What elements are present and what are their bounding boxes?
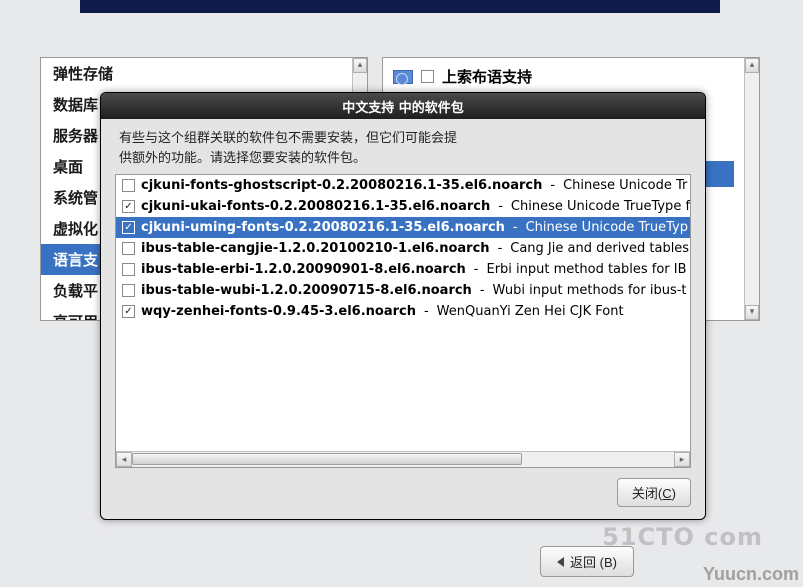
category-item[interactable]: 弹性存储 xyxy=(41,58,352,89)
package-name: ibus-table-wubi-1.2.0.20090715-8.el6.noa… xyxy=(141,283,472,298)
package-list-box: cjkuni-fonts-ghostscript-0.2.20080216.1-… xyxy=(115,174,691,468)
scroll-up-icon[interactable]: ▴ xyxy=(353,58,367,73)
package-name: cjkuni-fonts-ghostscript-0.2.20080216.1-… xyxy=(141,178,542,193)
top-banner xyxy=(80,0,720,13)
package-checkbox[interactable] xyxy=(122,179,135,192)
scroll-right-icon[interactable]: ▸ xyxy=(674,452,690,467)
package-desc: WenQuanYi Zen Hei CJK Font xyxy=(437,304,624,319)
hscroll-track[interactable] xyxy=(132,452,674,467)
package-row[interactable]: ✓wqy-zenhei-fonts-0.9.45-3.el6.noarch - … xyxy=(116,301,690,322)
watermark-51cto: 51CTO com xyxy=(602,523,763,551)
package-desc: Chinese Unicode TrueTyp xyxy=(526,220,688,235)
package-name: ibus-table-cangjie-1.2.0.20100210-1.el6.… xyxy=(141,241,490,256)
package-checkbox[interactable]: ✓ xyxy=(122,200,135,213)
flag-icon xyxy=(393,70,413,84)
package-name: cjkuni-ukai-fonts-0.2.20080216.1-35.el6.… xyxy=(141,199,490,214)
hscroll-thumb[interactable] xyxy=(132,453,522,465)
package-checkbox[interactable]: ✓ xyxy=(122,305,135,318)
dialog-description: 有些与这个组群关联的软件包不需要安装，但它们可能会提 供额外的功能。请选择您要安… xyxy=(101,119,705,174)
subgroup-row[interactable]: 上索布语支持 xyxy=(393,66,734,87)
packages-dialog: 中文支持 中的软件包 有些与这个组群关联的软件包不需要安装，但它们可能会提 供额… xyxy=(100,92,706,520)
package-row[interactable]: cjkuni-fonts-ghostscript-0.2.20080216.1-… xyxy=(116,175,690,196)
package-checkbox[interactable] xyxy=(122,263,135,276)
package-checkbox[interactable]: ✓ xyxy=(122,221,135,234)
scroll-left-icon[interactable]: ◂ xyxy=(116,452,132,467)
scroll-down-icon[interactable]: ▾ xyxy=(745,305,759,320)
package-desc: Chinese Unicode Tr xyxy=(563,178,687,193)
watermark-yuucn: Yuucn.com xyxy=(703,564,799,585)
package-row[interactable]: ibus-table-cangjie-1.2.0.20100210-1.el6.… xyxy=(116,238,690,259)
package-name: cjkuni-uming-fonts-0.2.20080216.1-35.el6… xyxy=(141,220,505,235)
package-name: ibus-table-erbi-1.2.0.20090901-8.el6.noa… xyxy=(141,262,466,277)
package-row[interactable]: ibus-table-wubi-1.2.0.20090715-8.el6.noa… xyxy=(116,280,690,301)
package-name: wqy-zenhei-fonts-0.9.45-3.el6.noarch xyxy=(141,304,416,319)
package-desc: Wubi input methods for ibus-t xyxy=(493,283,687,298)
close-button[interactable]: 关闭(C) xyxy=(617,478,691,507)
dialog-title: 中文支持 中的软件包 xyxy=(342,97,464,116)
dialog-titlebar[interactable]: 中文支持 中的软件包 xyxy=(101,93,705,119)
package-checkbox[interactable] xyxy=(122,242,135,255)
package-hscrollbar[interactable]: ◂ ▸ xyxy=(116,451,690,467)
subgroup-label: 上索布语支持 xyxy=(442,66,532,87)
scroll-track[interactable] xyxy=(745,73,759,305)
package-row[interactable]: ✓ cjkuni-ukai-fonts-0.2.20080216.1-35.el6… xyxy=(116,196,690,217)
package-checkbox[interactable] xyxy=(122,284,135,297)
package-desc: Cang Jie and derived tables xyxy=(510,241,689,256)
package-desc: Chinese Unicode TrueType f xyxy=(511,199,690,214)
arrow-left-icon xyxy=(557,557,564,567)
subgroup-checkbox[interactable] xyxy=(421,70,434,83)
package-desc: Erbi input method tables for IB xyxy=(486,262,686,277)
scroll-up-icon[interactable]: ▴ xyxy=(745,58,759,73)
subgroup-scrollbar[interactable]: ▴ ▾ xyxy=(744,58,759,320)
package-row[interactable]: ✓ cjkuni-uming-fonts-0.2.20080216.1-35.el… xyxy=(116,217,690,238)
package-row[interactable]: ibus-table-erbi-1.2.0.20090901-8.el6.noa… xyxy=(116,259,690,280)
